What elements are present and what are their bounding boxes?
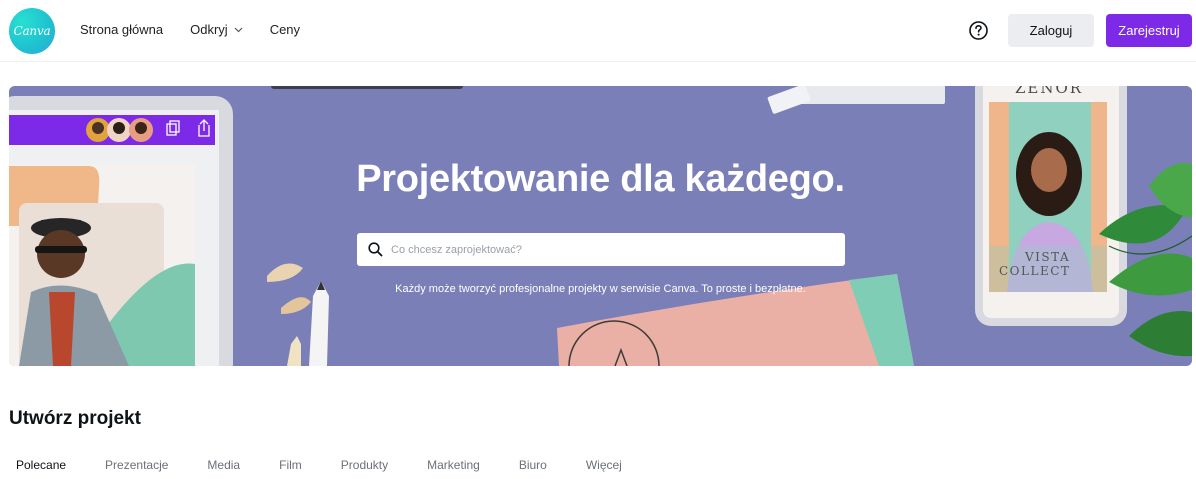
nav-item-home[interactable]: Strona główna xyxy=(80,22,163,37)
hero-illustration xyxy=(9,86,1192,366)
card-caption-line-1: VISTA xyxy=(1025,250,1071,264)
tab-presentations[interactable]: Prezentacje xyxy=(105,458,168,472)
tab-office[interactable]: Biuro xyxy=(519,458,547,472)
nav-item-discover[interactable]: Odkryj xyxy=(190,22,243,37)
nav-item-label: Odkryj xyxy=(190,22,228,37)
tab-products[interactable]: Produkty xyxy=(341,458,388,472)
tab-more[interactable]: Więcej xyxy=(586,458,622,472)
search-input[interactable] xyxy=(391,243,831,256)
hero-subtitle: Każdy może tworzyć profesjonalne projekt… xyxy=(395,283,806,295)
tab-recommended[interactable]: Polecane xyxy=(16,458,66,472)
create-section-title: Utwórz projekt xyxy=(9,408,141,429)
login-button-label: Zaloguj xyxy=(1029,23,1073,38)
signup-button-label: Zarejestruj xyxy=(1118,23,1180,38)
design-category-tabs: Polecane Prezentacje Media Film Produkty… xyxy=(16,458,661,472)
search-icon xyxy=(368,242,383,257)
card-caption-line-2: COLLECT xyxy=(999,264,1071,278)
tab-media[interactable]: Media xyxy=(207,458,240,472)
main-nav: Strona główna Odkryj Ceny xyxy=(80,22,327,37)
signup-button[interactable]: Zarejestruj xyxy=(1106,14,1192,47)
hero-title: Projektowanie dla każdego. xyxy=(356,158,845,200)
hero-banner: ZENOR VISTA COLLECT Projektowanie dla ka… xyxy=(9,86,1192,366)
nav-item-pricing[interactable]: Ceny xyxy=(270,22,300,37)
nav-item-label: Strona główna xyxy=(80,22,164,37)
nav-item-label: Ceny xyxy=(269,22,301,37)
tab-marketing[interactable]: Marketing xyxy=(427,458,480,472)
search-bar[interactable] xyxy=(357,233,845,266)
tab-video[interactable]: Film xyxy=(279,458,302,472)
logo-text: Canva xyxy=(13,24,51,38)
card-caption-top: ZENOR xyxy=(1015,86,1084,97)
canva-logo[interactable]: Canva xyxy=(9,8,55,54)
help-icon[interactable] xyxy=(968,20,989,41)
chevron-down-icon xyxy=(234,27,243,32)
login-button[interactable]: Zaloguj xyxy=(1008,14,1094,47)
top-header: Canva Strona główna Odkryj Ceny Zaloguj … xyxy=(0,0,1196,62)
